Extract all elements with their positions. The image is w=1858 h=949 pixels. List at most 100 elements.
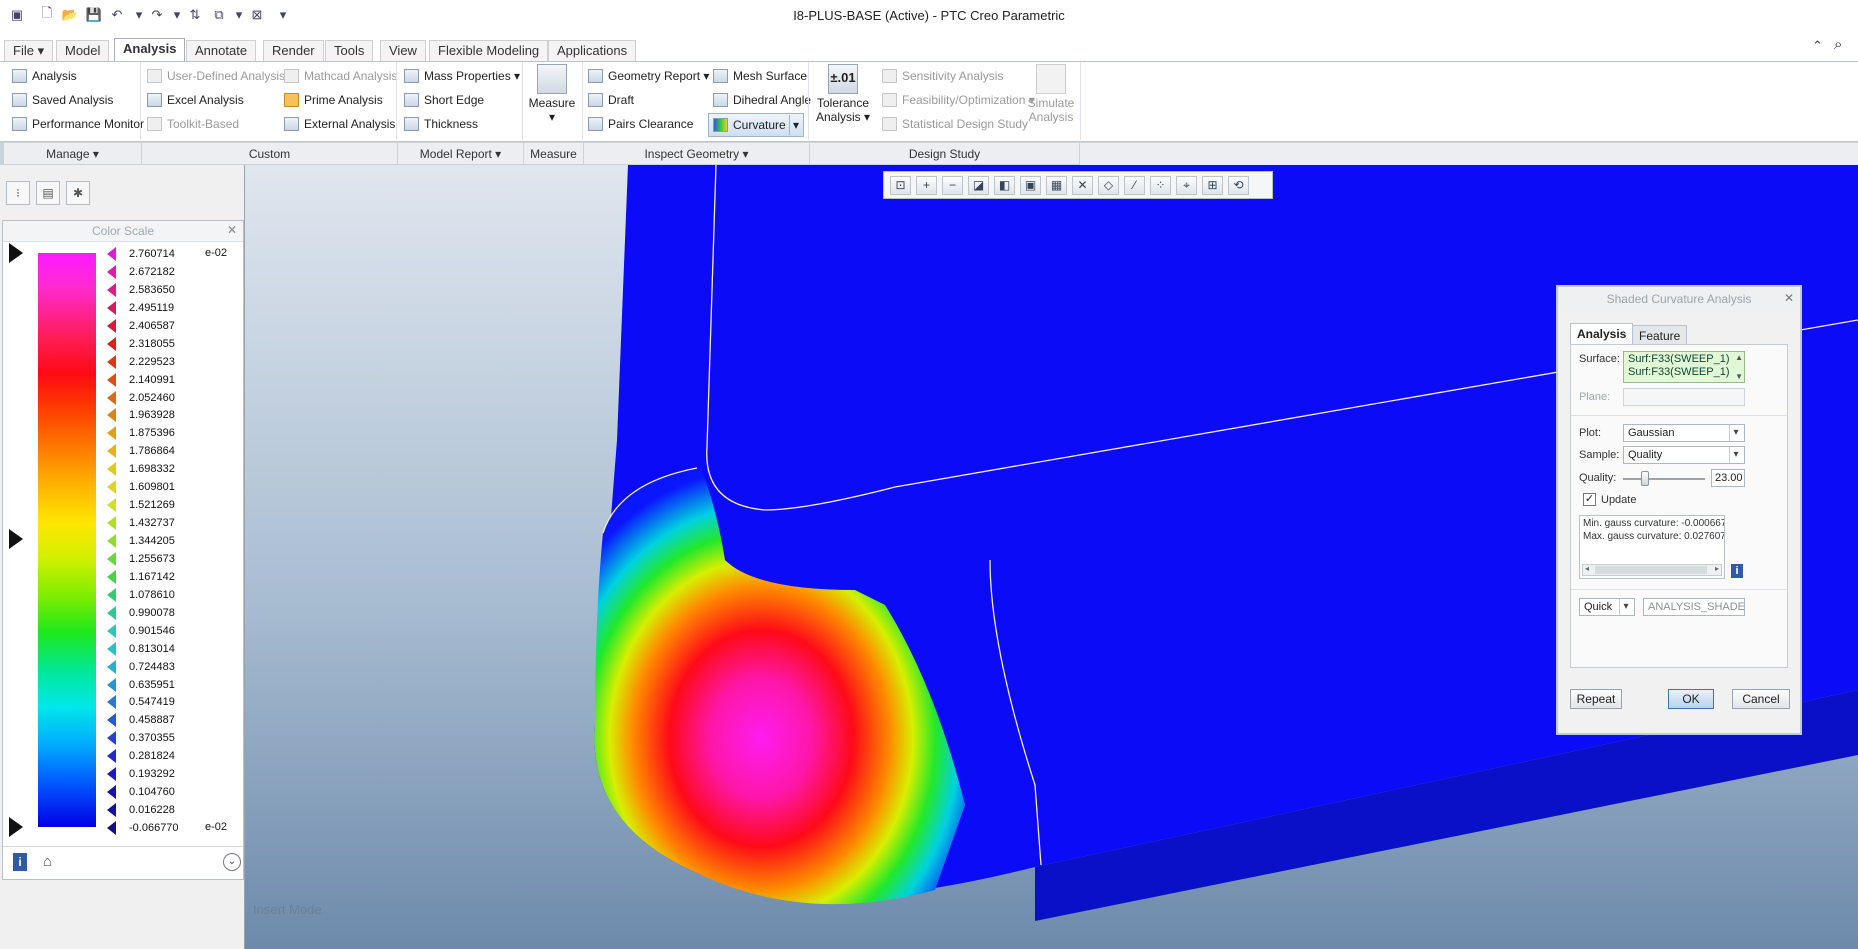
annotation-display-icon[interactable]: ⊞ xyxy=(1202,175,1223,195)
zoom-in-icon[interactable]: + xyxy=(916,175,937,195)
scale-marker[interactable] xyxy=(107,247,116,261)
plane-collector[interactable] xyxy=(1623,388,1745,406)
scale-marker[interactable] xyxy=(107,426,116,441)
excel-analysis-button[interactable]: Excel Analysis xyxy=(147,90,244,110)
scroll-right-icon[interactable]: ▸ xyxy=(1715,564,1719,573)
tab-tools[interactable]: Tools xyxy=(325,40,374,61)
scroll-up-icon[interactable]: ▲ xyxy=(1735,353,1743,362)
scale-marker[interactable] xyxy=(107,695,116,710)
repeat-button[interactable]: Repeat xyxy=(1570,689,1622,709)
scale-marker[interactable] xyxy=(107,605,116,620)
scale-marker[interactable] xyxy=(107,336,116,351)
analysis-button[interactable]: Analysis xyxy=(12,66,77,86)
mathcad-analysis-button[interactable]: Mathcad Analysis xyxy=(284,66,397,86)
scroll-down-icon[interactable]: ▼ xyxy=(1735,372,1743,381)
saved-orientations-icon[interactable]: ▣ xyxy=(1020,175,1041,195)
scroll-thumb[interactable] xyxy=(1595,566,1707,574)
tab-annotate[interactable]: Annotate xyxy=(186,40,257,61)
prime-analysis-button[interactable]: Prime Analysis xyxy=(284,90,383,110)
surface-collector[interactable]: Surf:F33(SWEEP_1) Surf:F33(SWEEP_1) ▲ ▼ xyxy=(1623,351,1745,383)
tab-render[interactable]: Render xyxy=(263,40,324,61)
expand-chevron-icon[interactable]: ⌄ xyxy=(223,853,241,871)
scale-min-handle[interactable] xyxy=(9,817,23,837)
scale-marker[interactable] xyxy=(107,408,116,423)
search-icon[interactable]: ⌕ xyxy=(1834,36,1842,53)
group-inspect-geometry[interactable]: Inspect Geometry ▾ xyxy=(584,142,810,164)
info-icon[interactable]: i xyxy=(1731,564,1743,578)
scale-marker[interactable] xyxy=(107,569,116,584)
sample-select[interactable]: Quality xyxy=(1623,446,1745,464)
model-tree-tab[interactable]: ⁝ xyxy=(6,181,30,205)
dihedral-angle-button[interactable]: Dihedral Angle xyxy=(713,90,811,110)
minimize-ribbon-icon[interactable]: ⌃ xyxy=(1812,38,1823,54)
scale-marker[interactable] xyxy=(107,300,116,315)
performance-monitor-button[interactable]: Performance Monitor xyxy=(12,114,144,134)
close-icon[interactable]: ✕ xyxy=(227,223,237,237)
toolkit-based-button[interactable]: Toolkit-Based xyxy=(147,114,239,134)
favorites-tab[interactable]: ✱ xyxy=(66,181,90,205)
scale-marker[interactable] xyxy=(107,444,116,459)
scale-marker[interactable] xyxy=(107,516,116,531)
scale-marker[interactable] xyxy=(107,749,116,764)
home-icon[interactable]: ⌂ xyxy=(43,853,52,870)
simulate-analysis-button[interactable]: Simulate Analysis xyxy=(1022,64,1080,124)
scale-marker[interactable] xyxy=(107,623,116,638)
refit-icon[interactable]: ⊡ xyxy=(890,175,911,195)
scale-marker[interactable] xyxy=(107,354,116,369)
quality-input[interactable]: 23.00 xyxy=(1711,469,1745,487)
mass-properties-button[interactable]: Mass Properties ▾ xyxy=(404,66,520,86)
quality-slider-track[interactable] xyxy=(1623,478,1705,480)
pairs-clearance-button[interactable]: Pairs Clearance xyxy=(588,114,693,134)
mesh-surface-button[interactable]: Mesh Surface xyxy=(713,66,807,86)
scale-marker[interactable] xyxy=(107,534,116,548)
tab-flexible-modeling[interactable]: Flexible Modeling xyxy=(429,40,549,61)
tab-file[interactable]: File ▾ xyxy=(4,40,54,61)
scale-marker[interactable] xyxy=(107,498,116,513)
scale-marker[interactable] xyxy=(107,731,116,746)
tab-applications[interactable]: Applications xyxy=(548,40,637,61)
tab-analysis[interactable]: Analysis xyxy=(1570,323,1634,346)
scale-marker[interactable] xyxy=(107,821,116,835)
info-icon[interactable]: i xyxy=(13,853,27,871)
view-manager-icon[interactable]: ▦ xyxy=(1046,175,1067,195)
group-model-report[interactable]: Model Report ▾ xyxy=(398,142,524,164)
display-style-icon[interactable]: ◧ xyxy=(994,175,1015,195)
point-display-icon[interactable]: ⁘ xyxy=(1150,175,1171,195)
external-analysis-button[interactable]: External Analysis xyxy=(284,114,395,134)
geometry-report-button[interactable]: Geometry Report ▾ xyxy=(588,66,709,86)
scale-marker[interactable] xyxy=(107,659,116,674)
close-icon[interactable]: ✕ xyxy=(1784,291,1794,305)
axis-display-icon[interactable]: ⁄ xyxy=(1124,175,1145,195)
chevron-down-icon[interactable]: ▾ xyxy=(789,115,799,135)
tab-analysis[interactable]: Analysis xyxy=(114,38,186,61)
scale-marker[interactable] xyxy=(107,264,116,279)
analysis-name-input[interactable]: ANALYSIS_SHADED_1 xyxy=(1643,598,1745,616)
feasibility-optimization-button[interactable]: Feasibility/Optimization ▾ xyxy=(882,90,1035,110)
thickness-button[interactable]: Thickness xyxy=(404,114,478,134)
scale-marker[interactable] xyxy=(107,318,116,333)
scale-marker[interactable] xyxy=(107,767,116,782)
scale-marker[interactable] xyxy=(107,803,116,818)
analysis-type-select[interactable]: Quick xyxy=(1579,598,1635,616)
scale-max-handle[interactable] xyxy=(9,243,23,263)
saved-analysis-button[interactable]: Saved Analysis xyxy=(12,90,113,110)
scale-marker[interactable] xyxy=(107,462,116,477)
scale-marker[interactable] xyxy=(107,480,116,495)
user-defined-analysis-button[interactable]: User-Defined Analysis xyxy=(147,66,285,86)
curvature-button[interactable]: Curvature ▾ xyxy=(708,113,805,137)
scale-marker[interactable] xyxy=(107,677,116,692)
cancel-button[interactable]: Cancel xyxy=(1732,689,1790,709)
sensitivity-analysis-button[interactable]: Sensitivity Analysis xyxy=(882,66,1003,86)
update-checkbox[interactable]: ✓ xyxy=(1583,493,1596,506)
scale-marker[interactable] xyxy=(107,785,116,800)
statistical-design-study-button[interactable]: Statistical Design Study xyxy=(882,114,1028,134)
repaint-icon[interactable]: ◪ xyxy=(968,175,989,195)
tab-view[interactable]: View xyxy=(380,40,426,61)
folder-browser-tab[interactable]: ▤ xyxy=(36,181,60,205)
plane-display-icon[interactable]: ◇ xyxy=(1098,175,1119,195)
quality-slider-thumb[interactable] xyxy=(1641,471,1649,486)
draft-button[interactable]: Draft xyxy=(588,90,634,110)
measure-button[interactable]: Measure ▾ xyxy=(528,64,576,124)
csys-display-icon[interactable]: ⌖ xyxy=(1176,175,1197,195)
plot-select[interactable]: Gaussian xyxy=(1623,424,1745,442)
